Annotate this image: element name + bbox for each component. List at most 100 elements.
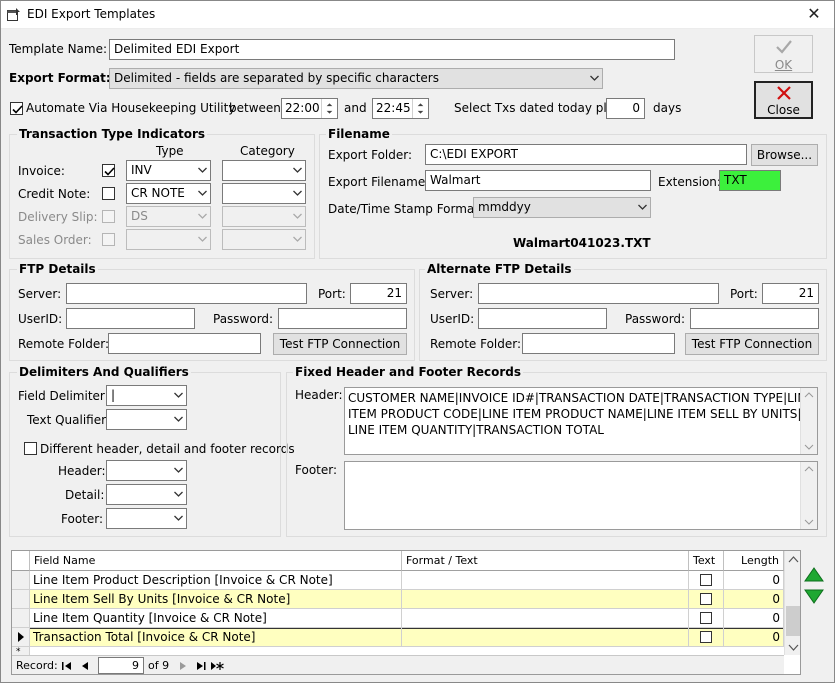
chevron-down-icon: [638, 204, 647, 210]
fixed-footer-textarea[interactable]: [344, 461, 818, 530]
text-checkbox[interactable]: [700, 612, 712, 624]
delim-header-select[interactable]: [106, 460, 187, 481]
days-input[interactable]: 0: [606, 98, 645, 119]
spinner-arrows-icon[interactable]: [321, 99, 337, 118]
text-cell[interactable]: [689, 609, 724, 628]
start-time-spinner[interactable]: 22:00: [281, 98, 338, 119]
grid-header-field-name[interactable]: Field Name: [30, 551, 402, 571]
and-label: and: [344, 101, 367, 115]
table-row[interactable]: Line Item Product Description [Invoice &…: [12, 571, 784, 590]
format-cell[interactable]: [402, 609, 689, 628]
different-records-checkbox[interactable]: [24, 442, 37, 455]
text-checkbox[interactable]: [700, 574, 712, 586]
ftp-remote-folder-label: Remote Folder:: [18, 337, 110, 351]
spinner-arrows-icon[interactable]: [412, 99, 428, 118]
row-selector[interactable]: [12, 590, 30, 609]
date-stamp-label: Date/Time Stamp Format:: [328, 202, 484, 216]
next-record-icon[interactable]: [176, 659, 190, 673]
grid-scrollbar[interactable]: [784, 551, 800, 655]
format-cell[interactable]: [402, 571, 689, 590]
current-record-input[interactable]: 9: [98, 657, 144, 674]
alt-ftp-server-input[interactable]: [478, 283, 719, 304]
delivery-slip-checkbox[interactable]: [102, 210, 115, 223]
close-button[interactable]: Close: [754, 81, 813, 119]
test-ftp-button[interactable]: Test FTP Connection: [273, 333, 407, 355]
delim-footer-select[interactable]: [106, 508, 187, 529]
credit-note-type-select[interactable]: CR NOTE: [126, 183, 211, 204]
last-record-icon[interactable]: [194, 659, 208, 673]
export-filename-input[interactable]: Walmart: [425, 170, 651, 191]
delivery-slip-category-select[interactable]: [222, 206, 306, 227]
length-cell[interactable]: 0: [724, 609, 784, 628]
length-cell[interactable]: 0: [724, 590, 784, 609]
move-down-icon[interactable]: [804, 588, 824, 604]
row-selector[interactable]: [12, 628, 30, 647]
table-row-current[interactable]: Transaction Total [Invoice & CR Note] 0: [12, 628, 784, 647]
text-cell[interactable]: [689, 571, 724, 590]
window-close-icon[interactable]: ✕: [804, 4, 824, 23]
invoice-category-select[interactable]: [222, 160, 306, 181]
credit-note-type-value: CR NOTE: [131, 186, 185, 200]
new-record-icon[interactable]: [210, 659, 224, 673]
length-cell[interactable]: 0: [724, 571, 784, 590]
chevron-down-icon: [174, 467, 183, 473]
alt-ftp-port-input[interactable]: 21: [762, 283, 819, 304]
format-cell[interactable]: [402, 590, 689, 609]
move-up-icon[interactable]: [804, 567, 824, 583]
field-name-cell[interactable]: Transaction Total [Invoice & CR Note]: [30, 628, 402, 647]
credit-note-checkbox[interactable]: [102, 187, 115, 200]
delivery-slip-type-select[interactable]: DS: [126, 206, 211, 227]
header-scrollbar[interactable]: [800, 388, 817, 454]
text-checkbox[interactable]: [700, 593, 712, 605]
ftp-password-input[interactable]: [278, 308, 407, 329]
fixed-header-textarea[interactable]: CUSTOMER NAME|INVOICE ID#|TRANSACTION DA…: [344, 387, 818, 455]
footer-scrollbar[interactable]: [800, 462, 817, 529]
ftp-remote-folder-input[interactable]: [108, 333, 261, 354]
sales-order-checkbox[interactable]: [102, 233, 115, 246]
text-cell[interactable]: [689, 628, 724, 647]
ok-button[interactable]: OK: [754, 35, 813, 73]
extension-input[interactable]: TXT: [719, 170, 781, 191]
format-cell[interactable]: [402, 628, 689, 647]
field-name-cell[interactable]: Line Item Product Description [Invoice &…: [30, 571, 402, 590]
table-row-new[interactable]: *: [12, 647, 784, 655]
ftp-server-input[interactable]: [66, 283, 307, 304]
row-selector[interactable]: [12, 571, 30, 590]
template-name-input[interactable]: Delimited EDI Export: [109, 39, 675, 60]
field-name-cell[interactable]: Line Item Quantity [Invoice & CR Note]: [30, 609, 402, 628]
grid-header-text[interactable]: Text: [689, 551, 724, 571]
date-stamp-select[interactable]: mmddyy: [473, 197, 651, 218]
grid-header-format[interactable]: Format / Text: [402, 551, 689, 571]
row-selector[interactable]: [12, 609, 30, 628]
length-cell[interactable]: 0: [724, 628, 784, 647]
text-qualifier-select[interactable]: [106, 409, 187, 430]
credit-note-category-select[interactable]: [222, 183, 306, 204]
alt-ftp-password-input[interactable]: [690, 308, 819, 329]
ftp-userid-input[interactable]: [66, 308, 195, 329]
text-checkbox[interactable]: [700, 631, 712, 643]
table-row[interactable]: Line Item Quantity [Invoice & CR Note] 0: [12, 609, 784, 628]
delim-detail-label: Detail:: [65, 488, 105, 502]
alt-ftp-remote-folder-input[interactable]: [522, 333, 675, 354]
first-record-icon[interactable]: [60, 659, 74, 673]
sales-order-category-select[interactable]: [222, 229, 306, 250]
previous-record-icon[interactable]: [78, 659, 92, 673]
export-format-select[interactable]: Delimited - fields are separated by spec…: [109, 68, 603, 89]
ftp-port-input[interactable]: 21: [350, 283, 407, 304]
automate-checkbox[interactable]: [10, 102, 23, 115]
text-cell[interactable]: [689, 590, 724, 609]
delim-header-label: Header:: [58, 464, 106, 478]
grid-header-length[interactable]: Length: [724, 551, 784, 571]
delim-detail-select[interactable]: [106, 484, 187, 505]
export-folder-input[interactable]: C:\EDI EXPORT: [425, 144, 747, 165]
browse-button[interactable]: Browse...: [751, 144, 818, 166]
sales-order-type-select[interactable]: [126, 229, 211, 250]
table-row[interactable]: Line Item Sell By Units [Invoice & CR No…: [12, 590, 784, 609]
test-alt-ftp-button[interactable]: Test FTP Connection: [685, 333, 819, 355]
field-delimiter-select[interactable]: |: [106, 385, 187, 406]
invoice-checkbox[interactable]: [102, 164, 115, 177]
end-time-spinner[interactable]: 22:45: [372, 98, 429, 119]
field-name-cell[interactable]: Line Item Sell By Units [Invoice & CR No…: [30, 590, 402, 609]
invoice-type-select[interactable]: INV: [126, 160, 211, 181]
alt-ftp-userid-input[interactable]: [478, 308, 607, 329]
